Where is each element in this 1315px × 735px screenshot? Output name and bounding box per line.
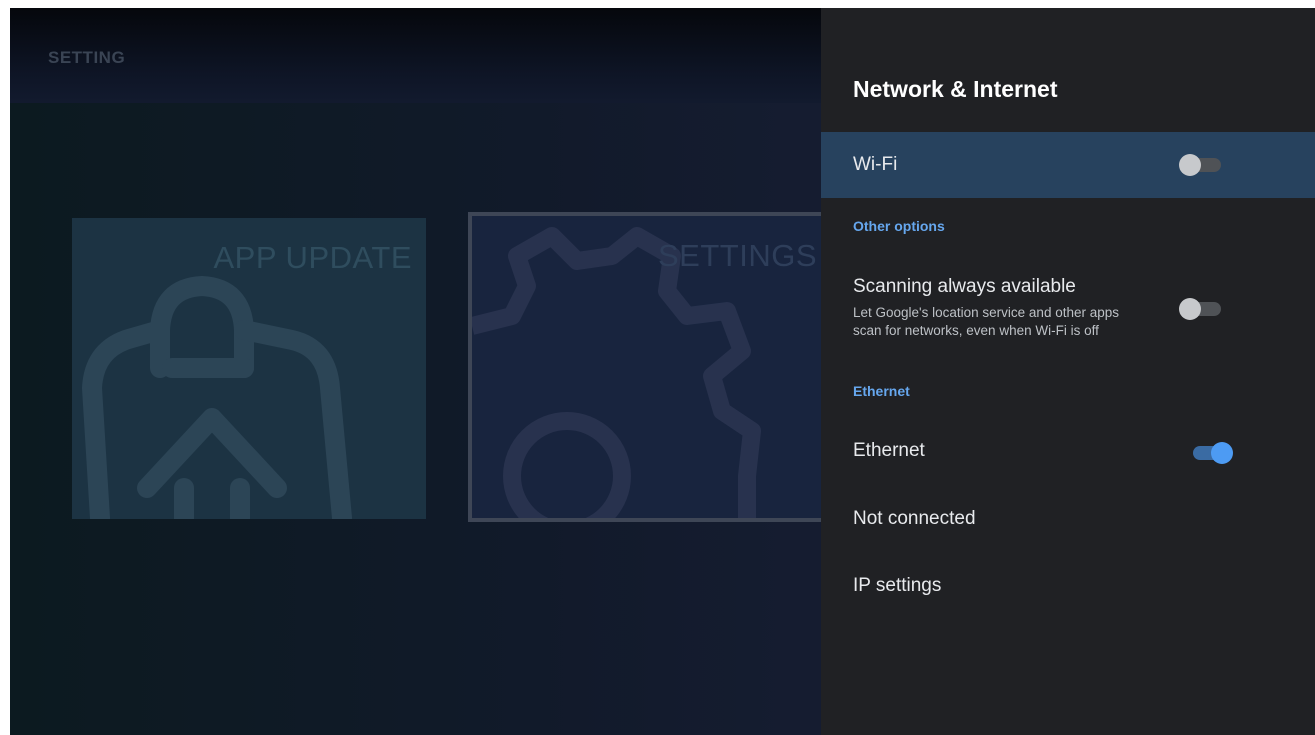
ethernet-header: Ethernet xyxy=(853,383,910,399)
ethernet-toggle[interactable] xyxy=(1187,442,1233,464)
scanning-toggle[interactable] xyxy=(1179,298,1225,320)
other-options-header: Other options xyxy=(853,218,945,234)
scanning-description: Let Google's location service and other … xyxy=(853,304,1315,340)
settings-label: SETTINGS xyxy=(658,238,818,273)
scanning-description-line2: scan for networks, even when Wi-Fi is of… xyxy=(853,323,1099,338)
ethernet-header-row: Ethernet xyxy=(821,383,1315,399)
panel-title: Network & Internet xyxy=(853,76,1058,102)
ethernet-label: Ethernet xyxy=(853,440,925,461)
ip-settings-label: IP settings xyxy=(853,575,942,596)
network-internet-panel: Network & Internet Wi-Fi Other options S… xyxy=(821,8,1315,735)
scanning-description-line1: Let Google's location service and other … xyxy=(853,305,1119,320)
settings-tile[interactable]: SETTINGS xyxy=(468,212,828,522)
ethernet-toggle-thumb xyxy=(1211,442,1233,464)
app-update-label: APP UPDATE xyxy=(213,240,412,275)
app-update-tile[interactable]: APP UPDATE xyxy=(72,218,426,519)
ethernet-row[interactable]: Ethernet xyxy=(821,440,1315,470)
tv-screen: SETTING APP UPDATE SETTINGS Network & In… xyxy=(10,8,1315,735)
other-options-header-row: Other options xyxy=(821,218,1315,234)
wifi-label: Wi-Fi xyxy=(853,154,898,175)
scanning-row[interactable]: Scanning always available Let Google's l… xyxy=(821,276,1315,356)
ip-settings-row[interactable]: IP settings xyxy=(821,575,1315,597)
scanning-label: Scanning always available xyxy=(853,276,1076,297)
scanning-toggle-thumb xyxy=(1179,298,1201,320)
wifi-toggle[interactable] xyxy=(1179,154,1225,176)
brand-title: SETTING xyxy=(48,48,126,67)
status-row[interactable]: Not connected xyxy=(821,508,1315,530)
ethernet-status: Not connected xyxy=(853,508,976,529)
wifi-toggle-thumb xyxy=(1179,154,1201,176)
wifi-row[interactable]: Wi-Fi xyxy=(821,132,1315,198)
